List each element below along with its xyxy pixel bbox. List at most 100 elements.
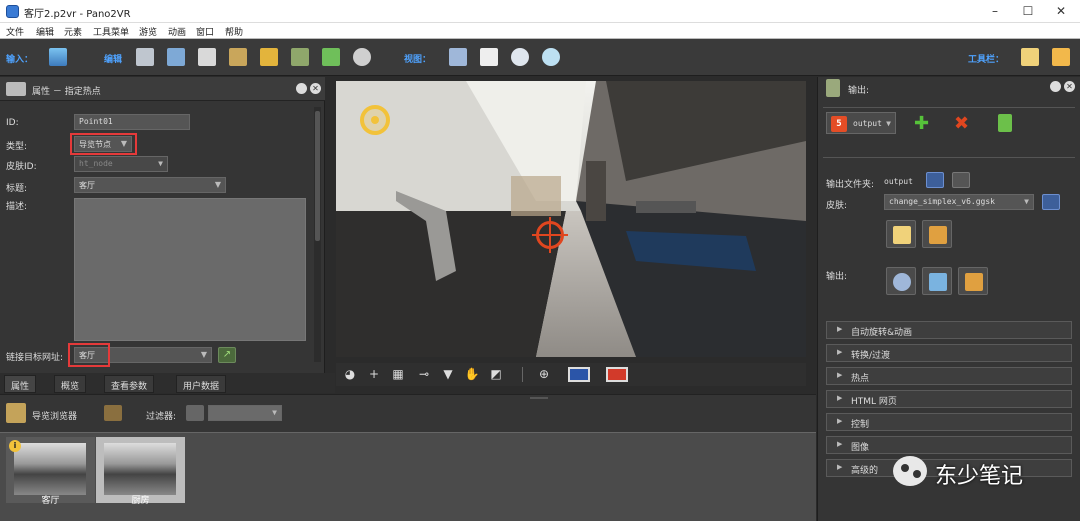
description-textarea[interactable] xyxy=(74,198,306,341)
main-toolbar: 输入： 编辑 视图： 工具栏： xyxy=(0,39,1080,76)
output-format-select[interactable]: 5 output ▼ xyxy=(826,112,896,134)
close-panel-icon[interactable]: ✕ xyxy=(1064,81,1075,92)
filter-select[interactable]: ▼ xyxy=(208,405,282,421)
open-skin-button[interactable] xyxy=(1042,194,1060,210)
properties-scrollbar[interactable] xyxy=(314,107,321,362)
menu-edit[interactable]: 编辑 xyxy=(36,25,54,38)
id-field[interactable]: Point01 xyxy=(74,114,190,130)
view-preview-button[interactable] xyxy=(539,44,563,70)
tab-overview[interactable]: 概览 xyxy=(54,375,87,393)
menu-tour[interactable]: 游览 xyxy=(139,25,157,38)
filter-tag-icon[interactable] xyxy=(186,405,204,421)
section-transition[interactable]: 转换/过渡 xyxy=(826,344,1072,362)
wechat-icon xyxy=(893,456,927,486)
undock-icon[interactable] xyxy=(296,83,307,94)
watermark-text: 东少笔记 xyxy=(935,464,1024,489)
edit-map-button[interactable] xyxy=(257,44,281,70)
edit-viewpoint-button[interactable] xyxy=(133,44,157,70)
target-icon[interactable]: ⊕ xyxy=(536,366,552,382)
skin-label: 皮肤: xyxy=(826,201,848,211)
output-preview-button[interactable] xyxy=(922,267,952,295)
section-autorotate[interactable]: 自动旋转&动画 xyxy=(826,321,1072,339)
output-title: 输出: xyxy=(848,86,870,96)
tool-package-button[interactable] xyxy=(1049,44,1073,70)
node-thumbnail[interactable]: i 客厅 xyxy=(6,437,95,506)
view-notes-button[interactable] xyxy=(477,44,501,70)
input-panorama-button[interactable] xyxy=(46,44,70,70)
menu-file[interactable]: 文件 xyxy=(6,25,24,38)
view-label: 视图： xyxy=(404,55,432,65)
output-folder-label: 输出文件夹: xyxy=(826,180,875,190)
menu-animation[interactable]: 动画 xyxy=(168,25,186,38)
document-output-icon[interactable] xyxy=(998,114,1012,132)
node-tool-icon[interactable] xyxy=(104,405,122,421)
tools-label: 工具栏： xyxy=(968,55,1005,65)
filter-icon[interactable]: ▼ xyxy=(440,366,456,382)
edit-animation-button[interactable] xyxy=(350,44,374,70)
skin-select[interactable]: change_simplex_v6.ggsk ▼ xyxy=(884,194,1034,210)
close-panel-icon[interactable]: ✕ xyxy=(310,83,321,94)
divider xyxy=(823,157,1075,158)
skin-wizard-button[interactable] xyxy=(886,220,916,248)
skin-id-value: ht_node xyxy=(79,159,113,168)
section-control[interactable]: 控制 xyxy=(826,413,1072,431)
tab-properties[interactable]: 属性 xyxy=(4,375,37,393)
skin-editor-button[interactable] xyxy=(922,220,952,248)
view-binoculars-button[interactable] xyxy=(446,44,470,70)
tour-browser-icon xyxy=(6,403,26,423)
tool-wizard-button[interactable] xyxy=(1018,44,1042,70)
close-icon[interactable]: ✕ xyxy=(1046,3,1076,19)
skin-id-select[interactable]: ht_node ▼ xyxy=(74,156,168,172)
node-thumbnail-selected[interactable]: 厨房 xyxy=(96,437,185,506)
edit-patch-button[interactable] xyxy=(164,44,188,70)
html5-icon: 5 xyxy=(831,116,847,132)
ruler-icon[interactable]: ⊸ xyxy=(416,366,432,382)
tab-view-params[interactable]: 查看参数 xyxy=(104,375,155,393)
hand-icon[interactable]: ✋ xyxy=(464,366,480,382)
open-folder-button[interactable] xyxy=(926,172,944,188)
output-package-button[interactable] xyxy=(958,267,988,295)
heading-select[interactable]: 客厅 ▼ xyxy=(74,177,226,193)
maximize-icon[interactable]: ☐ xyxy=(1013,3,1043,19)
edit-floorplan-button[interactable] xyxy=(319,44,343,70)
viewer-toolbar: ◕ + ▦ ⊸ ▼ ✋ ◩ ⊕ xyxy=(336,363,806,386)
view-gauge-button[interactable] xyxy=(508,44,532,70)
info-icon[interactable]: i xyxy=(9,440,21,452)
tab-user-data[interactable]: 用户数据 xyxy=(176,375,227,393)
properties-icon xyxy=(6,82,26,96)
section-html[interactable]: HTML 网页 xyxy=(826,390,1072,408)
compass-icon[interactable]: ◕ xyxy=(342,366,358,382)
node-label: 厨房 xyxy=(131,496,150,506)
menu-tools[interactable]: 工具菜单 xyxy=(93,25,129,38)
input-label: 输入： xyxy=(6,55,34,65)
trash-icon[interactable] xyxy=(952,172,970,188)
watermark: 东少笔记 xyxy=(893,452,1063,490)
wechat-eye xyxy=(913,470,921,478)
grid-icon[interactable]: ▦ xyxy=(390,366,406,382)
description-label: 描述: xyxy=(6,202,28,212)
id-label: ID: xyxy=(6,118,19,128)
panorama-viewer[interactable] xyxy=(336,81,806,357)
minimize-icon[interactable]: – xyxy=(980,3,1010,19)
menu-window[interactable]: 窗口 xyxy=(196,25,214,38)
section-hotspots[interactable]: 热点 xyxy=(826,367,1072,385)
output-settings-button[interactable] xyxy=(886,267,916,295)
add-output-icon[interactable]: ✚ xyxy=(914,113,929,134)
property-tabs: 属性 概览 查看参数 用户数据 xyxy=(0,373,335,393)
undock-icon[interactable] xyxy=(1050,81,1061,92)
edit-media-button[interactable] xyxy=(195,44,219,70)
edit-tour-button[interactable] xyxy=(226,44,250,70)
crosshair-icon[interactable]: + xyxy=(366,366,382,382)
properties-header: 属性 － 指定热点 ✕ xyxy=(0,77,325,101)
menu-elements[interactable]: 元素 xyxy=(64,25,82,38)
menu-help[interactable]: 帮助 xyxy=(225,25,243,38)
map-icon[interactable]: ◩ xyxy=(488,366,504,382)
delete-output-icon[interactable]: ✖ xyxy=(954,113,969,134)
go-link-button[interactable]: ↗ xyxy=(218,347,236,363)
properties-title: 属性 － 指定热点 xyxy=(32,87,101,97)
splitter-handle[interactable] xyxy=(530,397,548,399)
blue-color-swatch[interactable] xyxy=(568,367,590,382)
window-title: 客厅2.p2vr - Pano2VR xyxy=(24,9,131,20)
red-color-swatch[interactable] xyxy=(606,367,628,382)
edit-hotspot-button[interactable] xyxy=(288,44,312,70)
